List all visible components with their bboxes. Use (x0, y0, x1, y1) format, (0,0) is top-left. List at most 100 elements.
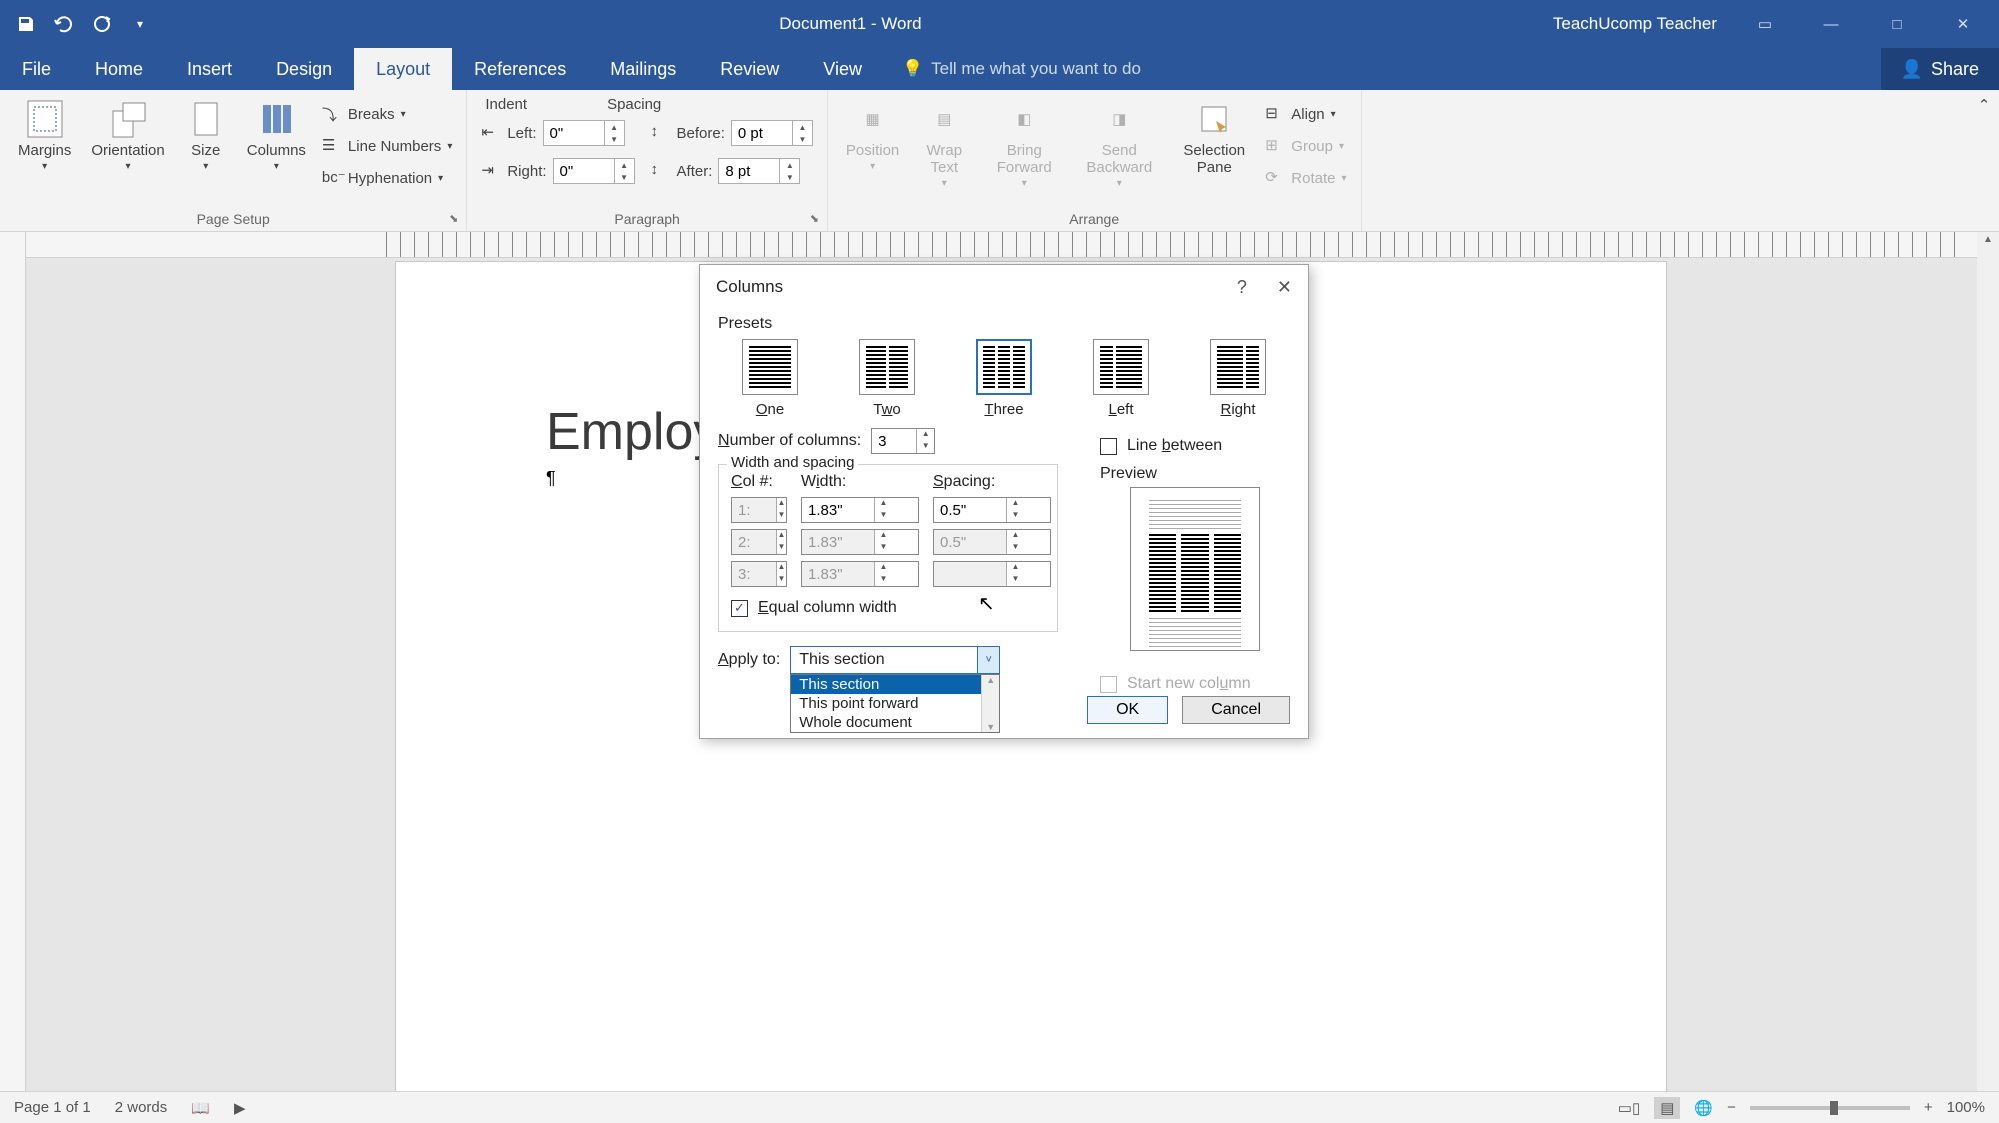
page-setup-launcher-icon[interactable]: ⬊ (449, 212, 458, 225)
columns-label: Columns (247, 142, 306, 159)
zoom-in-icon[interactable]: + (1924, 1099, 1933, 1116)
indent-left-icon: ⇤ (481, 123, 501, 143)
breaks-label: Breaks (348, 106, 395, 123)
align-icon: ⊟ (1265, 104, 1285, 124)
status-page[interactable]: Page 1 of 1 (14, 1099, 91, 1116)
space-before-input[interactable]: ▲▼ (731, 120, 813, 146)
zoom-slider[interactable] (1750, 1106, 1910, 1110)
tab-references[interactable]: References (452, 48, 588, 90)
tab-design[interactable]: Design (254, 48, 354, 90)
start-new-column-label: Start new column (1127, 675, 1251, 693)
tab-review[interactable]: Review (698, 48, 801, 90)
bring-forward-icon: ◧ (1003, 98, 1045, 140)
vertical-scrollbar[interactable]: ▲ (1977, 232, 1999, 1091)
share-icon: 👤 (1901, 59, 1923, 80)
line-numbers-button[interactable]: ☰Line Numbers▾ (316, 130, 458, 162)
dialog-close-icon[interactable]: ✕ (1277, 277, 1292, 298)
dialog-help-icon[interactable]: ? (1237, 277, 1247, 298)
tab-home[interactable]: Home (73, 48, 165, 90)
apply-to-list: This section This point forward Whole do… (790, 674, 1000, 733)
macro-icon[interactable]: ▶ (234, 1099, 246, 1117)
tab-layout[interactable]: Layout (354, 48, 452, 90)
redo-icon[interactable] (90, 12, 114, 36)
tab-insert[interactable]: Insert (165, 48, 254, 90)
width-spacing-group: Width and spacing Col #: Width: Spacing:… (718, 464, 1058, 632)
orientation-label: Orientation (91, 142, 164, 159)
spacing-header: Spacing: (933, 473, 1051, 491)
minimize-icon[interactable]: — (1813, 16, 1849, 33)
num-columns-input[interactable]: ▲▼ (871, 428, 935, 454)
qat-customize-icon[interactable]: ▾ (128, 12, 152, 36)
breaks-icon: ⤵ (322, 104, 342, 124)
orientation-button[interactable]: Orientation▾ (81, 94, 174, 172)
hyphenation-button[interactable]: bc⁻Hyphenation▾ (316, 162, 458, 194)
space-after-input[interactable]: ▲▼ (718, 158, 800, 184)
preset-left[interactable]: Left (1093, 339, 1149, 418)
share-button[interactable]: 👤 Share (1881, 48, 1999, 90)
size-icon (185, 98, 227, 140)
indent-header: Indent (485, 96, 527, 113)
tab-file[interactable]: File (0, 48, 73, 90)
apply-opt-this-section[interactable]: This section (791, 675, 999, 694)
maximize-icon[interactable]: □ (1879, 16, 1915, 33)
col-1-width[interactable]: ▲▼ (801, 497, 919, 523)
close-icon[interactable]: ✕ (1945, 15, 1981, 33)
size-button[interactable]: Size▾ (175, 94, 237, 172)
web-layout-icon[interactable]: 🌐 (1694, 1099, 1713, 1117)
width-header: Width: (801, 473, 919, 491)
apply-opt-this-point-forward[interactable]: This point forward (791, 694, 999, 713)
share-label: Share (1931, 59, 1979, 80)
cancel-button[interactable]: Cancel (1182, 696, 1290, 724)
preset-three[interactable]: Three (976, 339, 1032, 418)
apply-opt-whole-document[interactable]: Whole document (791, 713, 999, 732)
rotate-button: ⟳Rotate▾ (1259, 162, 1352, 194)
chevron-down-icon[interactable]: ˅ (978, 646, 1000, 674)
margins-button[interactable]: Margins▾ (8, 94, 81, 172)
align-button[interactable]: ⊟Align▾ (1259, 98, 1352, 130)
ribbon: Margins▾ Orientation▾ Size▾ Columns▾ ⤵ Br… (0, 90, 1999, 232)
vertical-ruler (0, 232, 26, 1091)
breaks-button[interactable]: ⤵Breaks▾ (316, 98, 458, 130)
zoom-level[interactable]: 100% (1947, 1099, 1985, 1116)
ok-button[interactable]: OK (1087, 696, 1168, 724)
preset-two[interactable]: Two (859, 339, 915, 418)
send-label: Send Backward (1079, 142, 1159, 176)
indent-left-input[interactable]: ▲▼ (543, 120, 625, 146)
spellcheck-icon[interactable]: 📖 (191, 1099, 210, 1117)
apply-to-value: This section (799, 651, 884, 669)
undo-icon[interactable] (52, 12, 76, 36)
col-1-spacing[interactable]: ▲▼ (933, 497, 1051, 523)
equal-width-checkbox[interactable]: ✓ (731, 600, 748, 617)
paragraph-launcher-icon[interactable]: ⬊ (810, 212, 819, 225)
preset-one[interactable]: One (742, 339, 798, 418)
paragraph-group-label: Paragraph (614, 211, 679, 227)
status-words[interactable]: 2 words (115, 1099, 168, 1116)
rotate-icon: ⟳ (1265, 168, 1285, 188)
indent-right-icon: ⇥ (481, 161, 501, 181)
group-button: ⊞Group▾ (1259, 130, 1352, 162)
indent-right-input[interactable]: ▲▼ (553, 158, 635, 184)
read-mode-icon[interactable]: ▭▯ (1618, 1099, 1640, 1117)
ribbon-display-icon[interactable]: ▭ (1747, 15, 1783, 33)
width-spacing-label: Width and spacing (727, 454, 858, 471)
zoom-out-icon[interactable]: − (1727, 1099, 1736, 1116)
save-icon[interactable] (14, 12, 38, 36)
tell-me-search[interactable]: 💡 Tell me what you want to do (884, 48, 1159, 90)
collapse-ribbon-icon[interactable]: ⌃ (1969, 90, 1999, 231)
tab-view[interactable]: View (801, 48, 884, 90)
col-header: Col #: (731, 473, 787, 491)
apply-to-dropdown[interactable]: This section ˅ This section This point f… (790, 646, 1000, 674)
dropdown-scrollbar[interactable]: ▲▼ (981, 675, 999, 732)
indent-right-label: Right: (507, 163, 546, 180)
print-layout-icon[interactable]: ▤ (1654, 1097, 1680, 1119)
line-between-checkbox[interactable] (1100, 438, 1117, 455)
preview-label: Preview (1100, 465, 1290, 483)
tab-mailings[interactable]: Mailings (588, 48, 698, 90)
wrap-icon: ▤ (923, 98, 965, 140)
columns-button[interactable]: Columns▾ (237, 94, 316, 172)
preset-right-label: Right (1220, 401, 1255, 418)
selection-pane-button[interactable]: Selection Pane (1169, 94, 1259, 176)
page-setup-group-label: Page Setup (197, 211, 270, 227)
line-numbers-icon: ☰ (322, 136, 342, 156)
preset-right[interactable]: Right (1210, 339, 1266, 418)
